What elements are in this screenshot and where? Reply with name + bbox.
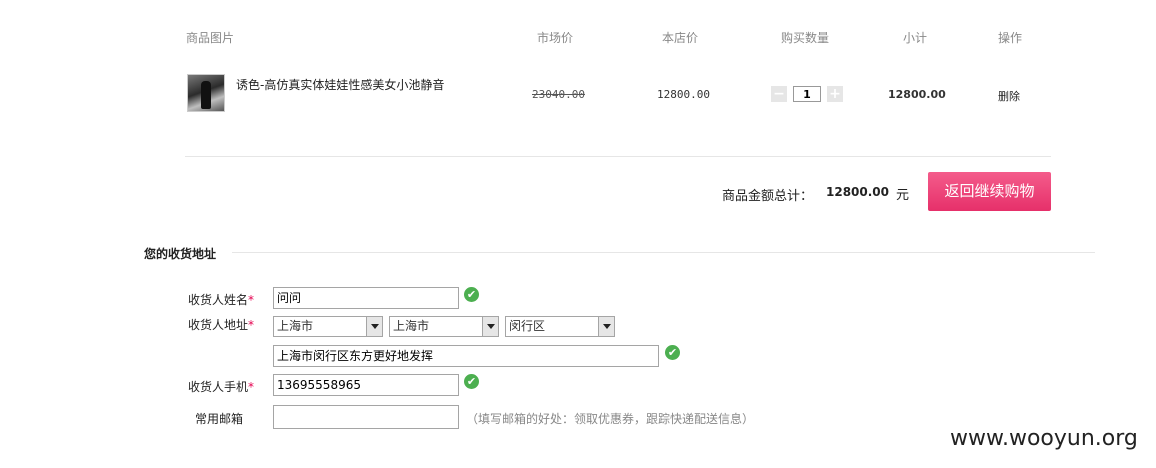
header-subtotal: 小计 xyxy=(903,31,928,45)
header-shop-price: 本店价 xyxy=(662,31,699,45)
subtotal-value: 12800.00 xyxy=(888,88,946,101)
continue-shopping-button[interactable]: 返回继续购物 xyxy=(928,172,1051,211)
quantity-input[interactable]: 1 xyxy=(793,86,821,102)
city-select[interactable]: 上海市 xyxy=(389,316,499,337)
total-value: 12800.00 xyxy=(826,185,890,199)
chevron-down-icon[interactable] xyxy=(482,317,498,336)
email-hint: （填写邮箱的好处：领取优惠券，跟踪快递配送信息） xyxy=(466,412,755,426)
required-mark: * xyxy=(248,293,255,307)
consignee-phone-label: 收货人手机* xyxy=(188,378,254,395)
header-product-image: 商品图片 xyxy=(186,31,235,45)
total-label: 商品金额总计： xyxy=(722,189,814,204)
valid-check-icon: ✔ xyxy=(665,345,680,360)
chevron-down-icon[interactable] xyxy=(366,317,382,336)
header-actions: 操作 xyxy=(998,31,1023,45)
consignee-name-input[interactable]: 问问 xyxy=(273,287,459,309)
required-mark: * xyxy=(248,318,255,332)
district-select-value: 闵行区 xyxy=(509,319,546,333)
market-price: 23040.00 xyxy=(532,88,585,101)
watermark: www.wooyun.org xyxy=(950,426,1138,451)
email-input[interactable] xyxy=(273,405,459,429)
consignee-name-label-text: 收货人姓名 xyxy=(188,293,249,307)
phone-input[interactable]: 13695558965 xyxy=(273,374,459,396)
section-divider xyxy=(232,252,1095,253)
delete-link[interactable]: 删除 xyxy=(998,88,1020,104)
required-mark: * xyxy=(248,380,255,394)
street-address-input[interactable]: 上海市闵行区东方更好地发挥 xyxy=(273,345,659,367)
header-market-price: 市场价 xyxy=(537,31,574,45)
email-label: 常用邮箱 xyxy=(195,412,244,426)
chevron-down-icon[interactable] xyxy=(598,317,614,336)
quantity-decrease-button[interactable]: − xyxy=(771,86,787,102)
consignee-address-label-text: 收货人地址 xyxy=(188,318,249,332)
cart-divider xyxy=(185,156,1051,157)
shop-price: 12800.00 xyxy=(657,88,710,101)
currency-label: 元 xyxy=(896,188,910,203)
product-name-link[interactable]: 诱色-高仿真实体娃娃性感美女小池静音 xyxy=(236,76,444,93)
consignee-phone-label-text: 收货人手机 xyxy=(188,380,249,394)
header-quantity: 购买数量 xyxy=(781,31,830,45)
product-thumbnail[interactable] xyxy=(187,74,225,112)
consignee-address-label: 收货人地址* xyxy=(188,316,254,333)
quantity-increase-button[interactable]: + xyxy=(827,86,843,102)
district-select[interactable]: 闵行区 xyxy=(505,316,615,337)
address-section-title: 您的收货地址 xyxy=(144,247,217,261)
city-select-value: 上海市 xyxy=(393,319,430,333)
province-select[interactable]: 上海市 xyxy=(273,316,383,337)
province-select-value: 上海市 xyxy=(277,319,314,333)
valid-check-icon: ✔ xyxy=(464,287,479,302)
valid-check-icon: ✔ xyxy=(464,374,479,389)
consignee-name-label: 收货人姓名* xyxy=(188,291,254,308)
